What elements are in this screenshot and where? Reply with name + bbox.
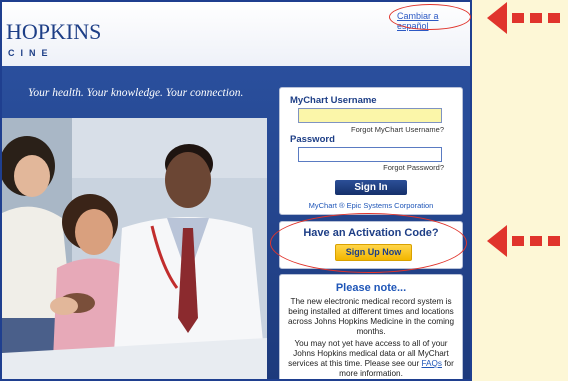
hero-photo-illustration <box>2 118 267 379</box>
tagline: Your health. Your knowledge. Your connec… <box>28 87 244 99</box>
password-input[interactable] <box>298 147 442 162</box>
epic-credit-link[interactable]: MyChart ® Epic Systems Corporation <box>280 201 462 210</box>
forgot-username-link[interactable]: Forgot MyChart Username? <box>351 125 444 134</box>
language-link-highlight <box>389 4 471 30</box>
arrow-left-icon-bottom <box>487 225 560 257</box>
brand-logo-text: HOPKINS <box>6 19 102 44</box>
note-paragraph-2: You may not yet have access to all of yo… <box>286 339 456 379</box>
username-label: MyChart Username <box>290 95 377 106</box>
please-note-panel: Please note... The new electronic medica… <box>279 274 463 379</box>
faq-link[interactable]: FAQs <box>422 359 442 368</box>
forgot-password-link[interactable]: Forgot Password? <box>383 163 444 172</box>
note-paragraph-1: The new electronic medical record system… <box>287 297 455 336</box>
hero-photo <box>2 118 267 379</box>
mychart-login-page: HOPKINS CINE Cambiar a español Your heal… <box>0 0 472 381</box>
login-panel: MyChart Username Forgot MyChart Username… <box>279 87 463 215</box>
activation-highlight <box>270 213 467 273</box>
brand-logo-subtext: CINE <box>8 48 54 58</box>
password-label: Password <box>290 134 335 145</box>
username-input[interactable] <box>298 108 442 123</box>
note-title: Please note... <box>335 282 407 294</box>
sign-in-button[interactable]: Sign In <box>335 180 407 195</box>
arrow-left-icon-top <box>487 2 560 34</box>
